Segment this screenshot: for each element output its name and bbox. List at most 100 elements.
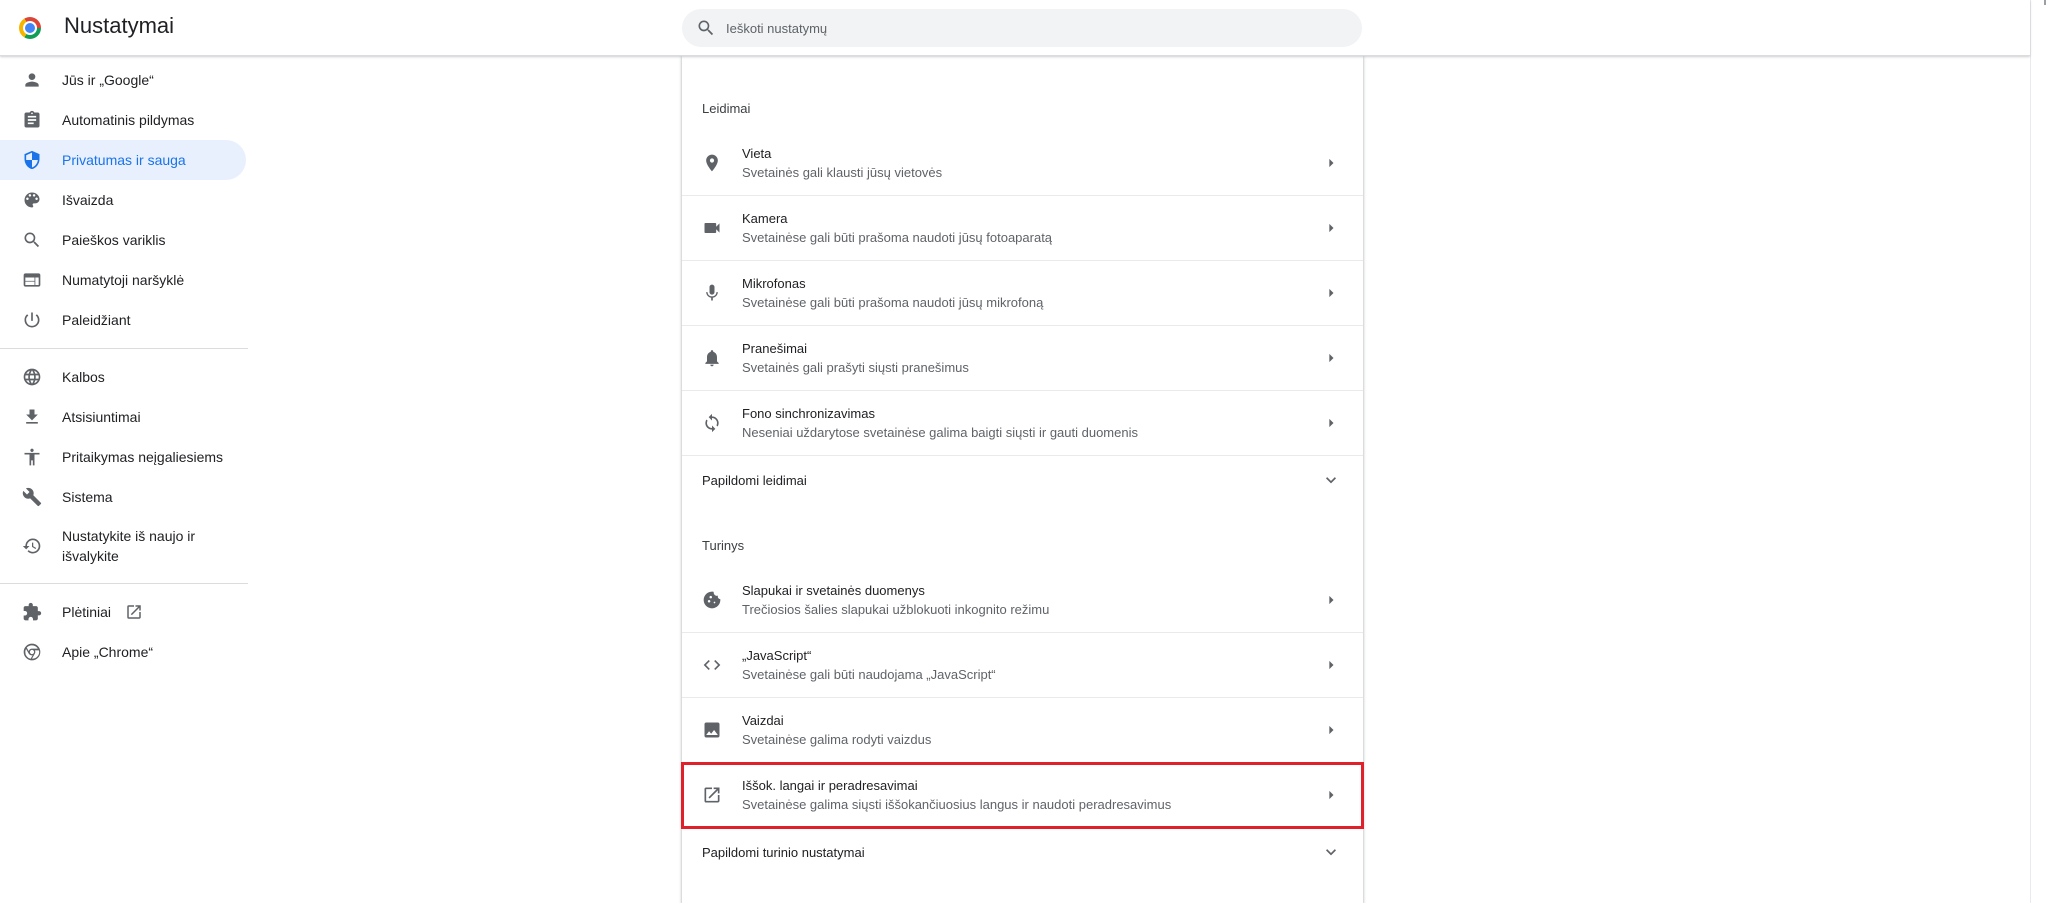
sidebar-item-label: Automatinis pildymas: [62, 112, 195, 128]
sidebar: Jūs ir „Google“ Automatinis pildymas Pri…: [0, 56, 248, 672]
top-toolbar: Nustatymai: [0, 0, 2030, 56]
globe-icon: [22, 367, 42, 387]
sidebar-item-label: Nustatykite iš naujo ir išvalykite: [62, 528, 196, 564]
arrow-right-icon: [1321, 153, 1341, 173]
search-box[interactable]: [682, 9, 1362, 47]
sidebar-item-label: Kalbos: [62, 369, 105, 385]
site-settings-card: Leidimai Vieta Svetainės gali klausti jūs…: [681, 56, 1364, 903]
sidebar-item-reset-and-cleanup[interactable]: Nustatykite iš naujo ir išvalykite: [0, 517, 246, 575]
sidebar-item-appearance[interactable]: Išvaizda: [0, 180, 246, 220]
permission-row-background-sync[interactable]: Fono sinchronizavimas Neseniai uždarytose…: [682, 391, 1363, 456]
sidebar-divider: [0, 583, 248, 584]
arrow-right-icon: [1321, 218, 1341, 238]
content-row-images[interactable]: Vaizdai Svetainėse galima rodyti vaizdus: [682, 698, 1363, 763]
sidebar-item-autofill[interactable]: Automatinis pildymas: [0, 100, 246, 140]
location-icon: [702, 153, 722, 173]
restore-icon: [22, 536, 42, 556]
arrow-right-icon: [1321, 590, 1341, 610]
palette-icon: [22, 190, 42, 210]
more-content-settings-label: Papildomi turinio nustatymai: [702, 844, 865, 860]
sidebar-item-extensions[interactable]: Plėtiniai: [0, 592, 246, 632]
sidebar-item-downloads[interactable]: Atsisiuntimai: [0, 397, 246, 437]
sidebar-item-default-browser[interactable]: Numatytoji naršyklė: [0, 260, 246, 300]
row-label: Vieta: [742, 146, 772, 161]
row-label: Vaizdai: [742, 713, 784, 728]
permission-row-location[interactable]: Vieta Svetainės gali klausti jūsų vietovė…: [682, 131, 1363, 196]
puzzle-icon: [22, 602, 42, 622]
row-sublabel: Svetainėse galima rodyti vaizdus: [742, 732, 932, 747]
content-row-popups-and-redirects[interactable]: Iššok. langai ir peradresavimai Svetainės…: [681, 762, 1364, 829]
row-sublabel: Svetainėse gali būti prašoma naudoti jūs…: [742, 230, 1053, 245]
row-sublabel: Svetainės gali klausti jūsų vietovės: [742, 165, 943, 180]
row-sublabel: Svetainėse gali būti naudojama „JavaScri…: [742, 667, 996, 682]
power-icon: [22, 310, 42, 330]
shield-icon: [22, 150, 42, 170]
row-label: Pranešimai: [742, 341, 808, 356]
content-row-cookies[interactable]: Slapukai ir svetainės duomenys Trečiosios…: [682, 568, 1363, 633]
sidebar-item-label: Išvaizda: [62, 192, 114, 208]
sidebar-item-you-and-google[interactable]: Jūs ir „Google“: [0, 60, 246, 100]
arrow-right-icon: [1321, 413, 1341, 433]
sidebar-item-accessibility[interactable]: Pritaikymas neįgaliesiems: [0, 437, 246, 477]
row-label: Fono sinchronizavimas: [742, 406, 875, 421]
more-content-settings-toggle[interactable]: Papildomi turinio nustatymai: [682, 828, 1363, 876]
open-in-new-icon: [702, 785, 722, 805]
sidebar-item-label: Sistema: [62, 489, 113, 505]
sidebar-item-label: Privatumas ir sauga: [62, 152, 186, 168]
row-label: Slapukai ir svetainės duomenys: [742, 583, 925, 598]
permissions-section-title: Leidimai: [702, 101, 751, 116]
search-input[interactable]: [726, 20, 1286, 36]
arrow-right-icon: [1321, 720, 1341, 740]
sidebar-item-privacy-and-security[interactable]: Privatumas ir sauga: [0, 140, 246, 180]
permission-row-camera[interactable]: Kamera Svetainėse gali būti prašoma naudo…: [682, 196, 1363, 261]
row-sublabel: Trečiosios šalies slapukai užblokuoti in…: [742, 602, 1050, 617]
arrow-right-icon: [1321, 283, 1341, 303]
more-permissions-label: Papildomi leidimai: [702, 472, 807, 488]
arrow-right-icon: [1321, 785, 1341, 805]
row-label: „JavaScript“: [742, 648, 812, 663]
arrow-right-icon: [1321, 348, 1341, 368]
content-section-title: Turinys: [702, 538, 745, 553]
row-label: Mikrofonas: [742, 276, 806, 291]
more-permissions-toggle[interactable]: Papildomi leidimai: [682, 456, 1363, 504]
permission-row-notifications[interactable]: Pranešimai Svetainės gali prašyti siųsti …: [682, 326, 1363, 391]
download-icon: [22, 407, 42, 427]
microphone-icon: [702, 283, 722, 303]
chevron-down-icon: [1321, 470, 1341, 490]
camera-icon: [702, 218, 722, 238]
row-sublabel: Svetainėse galima siųsti iššokančiuosius…: [742, 797, 1172, 812]
sidebar-divider: [0, 348, 248, 349]
sidebar-item-label: Pritaikymas neįgaliesiems: [62, 449, 224, 465]
chrome-icon: [22, 642, 42, 662]
accessibility-icon: [22, 447, 42, 467]
sidebar-item-on-startup[interactable]: Paleidžiant: [0, 300, 246, 340]
clipboard-icon: [22, 110, 42, 130]
sidebar-item-label: Paieškos variklis: [62, 232, 166, 248]
sidebar-item-label: Jūs ir „Google“: [62, 72, 154, 88]
bell-icon: [702, 348, 722, 368]
image-icon: [702, 720, 722, 740]
sidebar-item-label: Atsisiuntimai: [62, 409, 141, 425]
sidebar-item-system[interactable]: Sistema: [0, 477, 246, 517]
chrome-logo-icon: [19, 17, 41, 39]
sidebar-item-search-engine[interactable]: Paieškos variklis: [0, 220, 246, 260]
chevron-down-icon: [1321, 842, 1341, 862]
sidebar-item-label: Numatytoji naršyklė: [62, 272, 185, 288]
page-scrollbar[interactable]: [2030, 0, 2046, 903]
permission-row-microphone[interactable]: Mikrofonas Svetainėse gali būti prašoma n…: [682, 261, 1363, 326]
content-row-javascript[interactable]: „JavaScript“ Svetainėse gali būti naudoja…: [682, 633, 1363, 698]
row-sublabel: Neseniai uždarytose svetainėse galima ba…: [742, 425, 1138, 440]
cookie-icon: [702, 590, 722, 610]
open-in-new-icon: [125, 603, 143, 621]
person-icon: [22, 70, 42, 90]
sidebar-item-about-chrome[interactable]: Apie „Chrome“: [0, 632, 246, 672]
sidebar-item-label: Apie „Chrome“: [62, 644, 154, 660]
search-icon: [696, 18, 716, 38]
browser-icon: [22, 270, 42, 290]
row-sublabel: Svetainės gali prašyti siųsti pranešimus: [742, 360, 969, 375]
sidebar-item-label: Paleidžiant: [62, 312, 131, 328]
sidebar-item-label: Plėtiniai: [62, 604, 112, 620]
sidebar-item-languages[interactable]: Kalbos: [0, 357, 246, 397]
arrow-right-icon: [1321, 655, 1341, 675]
row-label: Iššok. langai ir peradresavimai: [742, 778, 918, 793]
